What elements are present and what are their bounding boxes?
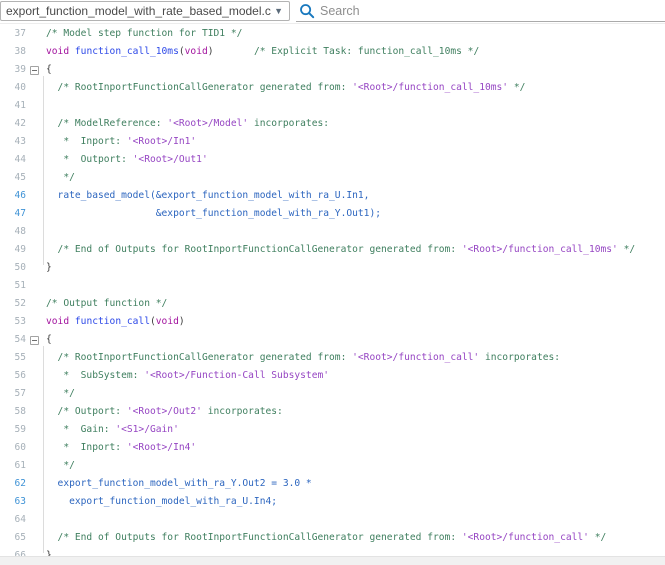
line-number: 37 <box>0 25 26 43</box>
code-text: */ <box>43 169 75 187</box>
code-line: 47 &export_function_model_with_ra_Y.Out1… <box>0 205 665 223</box>
traceable-code-link[interactable]: export_function_model_with_ra_U.In4; <box>43 493 277 511</box>
line-number: 38 <box>0 43 26 61</box>
line-number: 41 <box>0 97 26 115</box>
code-editor: 37 /* Model step function for TID1 */ 38 vo… <box>0 25 665 565</box>
search-icon <box>299 3 315 19</box>
search-field <box>296 1 665 22</box>
line-number: 44 <box>0 151 26 169</box>
traceable-code-link[interactable]: rate_based_model(&export_function_model_… <box>43 187 369 205</box>
line-number: 54 <box>0 331 26 349</box>
file-selector-label: export_function_model_with_rate_based_mo… <box>1 4 272 18</box>
toolbar: export_function_model_with_rate_based_mo… <box>0 0 665 24</box>
line-number: 51 <box>0 277 26 295</box>
code-text: { <box>43 331 52 349</box>
code-text: * Outport: '<Root>/Out1' <box>43 151 208 169</box>
code-line: 60 * Inport: '<Root>/In4' <box>0 439 665 457</box>
code-line: 65 /* End of Outputs for RootInportFunct… <box>0 529 665 547</box>
line-number: 42 <box>0 115 26 133</box>
code-text: */ <box>43 385 75 403</box>
line-number: 48 <box>0 223 26 241</box>
code-line: 56 * SubSystem: '<Root>/Function-Call Su… <box>0 367 665 385</box>
search-input[interactable] <box>320 4 665 18</box>
fold-collapse-icon[interactable] <box>30 66 39 75</box>
code-text: } <box>43 259 52 277</box>
code-text: /* End of Outputs for RootInportFunction… <box>43 529 606 547</box>
line-number: 47 <box>0 205 26 223</box>
code-line: 46 rate_based_model(&export_function_mod… <box>0 187 665 205</box>
code-text: * Gain: '<S1>/Gain' <box>43 421 179 439</box>
line-number: 52 <box>0 295 26 313</box>
code-line: 45 */ <box>0 169 665 187</box>
code-text: void function_call(void) <box>43 313 185 331</box>
line-number: 53 <box>0 313 26 331</box>
code-line: 63 export_function_model_with_ra_U.In4; <box>0 493 665 511</box>
line-number: 55 <box>0 349 26 367</box>
code-text: * Inport: '<Root>/In1' <box>43 133 196 151</box>
indent-guide <box>43 76 44 265</box>
code-text: /* RootInportFunctionCallGenerator gener… <box>43 79 525 97</box>
code-text: /* Output function */ <box>43 295 167 313</box>
code-text: * Inport: '<Root>/In4' <box>43 439 196 457</box>
line-number: 49 <box>0 241 26 259</box>
code-line: 38 void function_call_10ms(void) /* Expli… <box>0 43 665 61</box>
code-line: 37 /* Model step function for TID1 */ <box>0 25 665 43</box>
line-number: 62 <box>0 475 26 493</box>
code-line: 48 <box>0 223 665 241</box>
code-line: 61 */ <box>0 457 665 475</box>
code-line: 52 /* Output function */ <box>0 295 665 313</box>
chevron-down-icon: ▼ <box>272 1 289 21</box>
code-line: 39 { <box>0 61 665 79</box>
fold-collapse-icon[interactable] <box>30 336 39 345</box>
code-line: 51 <box>0 277 665 295</box>
code-line: 57 */ <box>0 385 665 403</box>
traceable-code-link[interactable]: &export_function_model_with_ra_Y.Out1); <box>43 205 381 223</box>
code-text: void function_call_10ms(void) /* Explici… <box>43 43 479 61</box>
code-line: 41 <box>0 97 665 115</box>
code-line: 62 export_function_model_with_ra_Y.Out2 … <box>0 475 665 493</box>
line-number: 43 <box>0 133 26 151</box>
code-line: 43 * Inport: '<Root>/In1' <box>0 133 665 151</box>
code-line: 50} <box>0 259 665 277</box>
code-line: 54 { <box>0 331 665 349</box>
code-line: 58 /* Outport: '<Root>/Out2' incorporate… <box>0 403 665 421</box>
code-line: 40 /* RootInportFunctionCallGenerator ge… <box>0 79 665 97</box>
fold-column <box>26 336 43 345</box>
line-number: 60 <box>0 439 26 457</box>
line-number: 45 <box>0 169 26 187</box>
code-text: */ <box>43 457 75 475</box>
code-text: /* Model step function for TID1 */ <box>43 25 242 43</box>
line-number: 61 <box>0 457 26 475</box>
traceable-code-link[interactable]: export_function_model_with_ra_Y.Out2 = 3… <box>43 475 312 493</box>
code-text: { <box>43 61 52 79</box>
line-number: 50 <box>0 259 26 277</box>
line-number: 58 <box>0 403 26 421</box>
line-number: 63 <box>0 493 26 511</box>
code-line: 59 * Gain: '<S1>/Gain' <box>0 421 665 439</box>
code-line: 42 /* ModelReference: '<Root>/Model' inc… <box>0 115 665 133</box>
line-number: 56 <box>0 367 26 385</box>
indent-guide <box>43 346 44 553</box>
code-line: 49 /* End of Outputs for RootInportFunct… <box>0 241 665 259</box>
fold-column <box>26 66 43 75</box>
horizontal-scrollbar[interactable] <box>0 556 665 565</box>
line-number: 59 <box>0 421 26 439</box>
code-line: 55 /* RootInportFunctionCallGenerator ge… <box>0 349 665 367</box>
code-text: /* ModelReference: '<Root>/Model' incorp… <box>43 115 329 133</box>
file-selector-dropdown[interactable]: export_function_model_with_rate_based_mo… <box>0 1 290 21</box>
line-number: 64 <box>0 511 26 529</box>
code-text: /* RootInportFunctionCallGenerator gener… <box>43 349 560 367</box>
code-text: /* End of Outputs for RootInportFunction… <box>43 241 635 259</box>
line-number: 57 <box>0 385 26 403</box>
line-number: 46 <box>0 187 26 205</box>
line-number: 39 <box>0 61 26 79</box>
code-text: * SubSystem: '<Root>/Function-Call Subsy… <box>43 367 329 385</box>
code-text: /* Outport: '<Root>/Out2' incorporates: <box>43 403 283 421</box>
code-line: 53 void function_call(void) <box>0 313 665 331</box>
code-line: 44 * Outport: '<Root>/Out1' <box>0 151 665 169</box>
code-line: 64 <box>0 511 665 529</box>
line-number: 65 <box>0 529 26 547</box>
line-number: 40 <box>0 79 26 97</box>
